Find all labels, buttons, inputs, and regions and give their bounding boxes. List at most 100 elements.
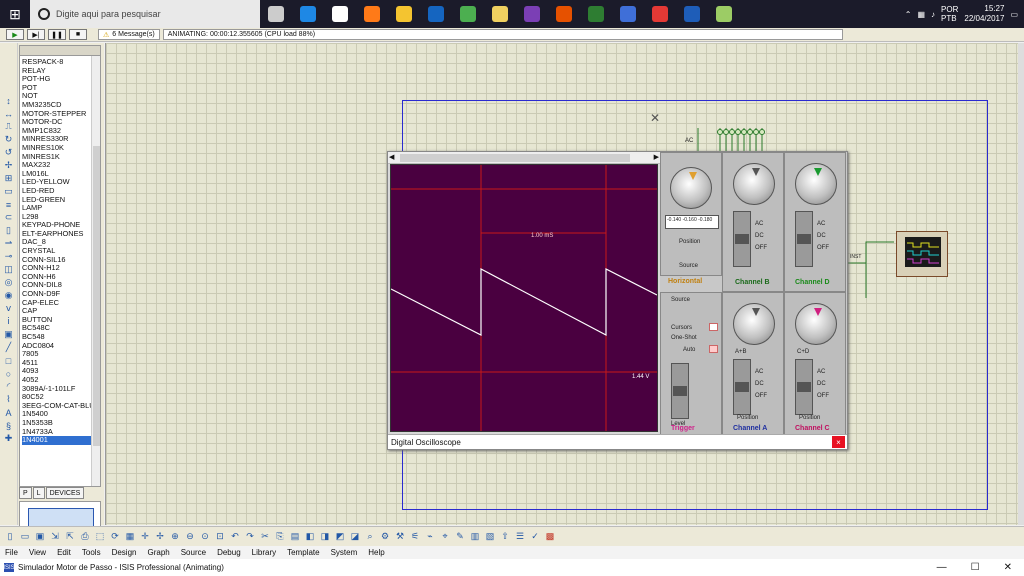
pin-icon[interactable]: ⊸	[3, 251, 15, 262]
taskbar-app-skype[interactable]	[292, 0, 324, 28]
menu-file[interactable]: File	[5, 548, 18, 557]
zoom-out-icon[interactable]: ⊖	[184, 531, 196, 543]
origin-icon[interactable]: ✛	[139, 531, 151, 543]
netlist-ares-icon[interactable]: ▩	[544, 531, 556, 543]
channel-d-volts-knob[interactable]	[795, 163, 837, 205]
zoom-area-icon[interactable]: ⊡	[214, 531, 226, 543]
device-list-scrollbar[interactable]	[91, 56, 100, 486]
zoom-in-icon[interactable]: ⊕	[169, 531, 181, 543]
import-icon[interactable]: ⇲	[49, 531, 61, 543]
pick-devices-button[interactable]: P	[19, 487, 32, 499]
move-horizontal-icon[interactable]: ↔	[3, 108, 15, 119]
arc-icon[interactable]: ◜	[3, 381, 15, 392]
line-icon[interactable]: ╱	[3, 342, 15, 353]
subcircuit-icon[interactable]: ▯	[3, 225, 15, 236]
channel-a-volts-knob[interactable]	[733, 303, 775, 345]
taskbar-app-isis[interactable]	[612, 0, 644, 28]
taskbar-app-store[interactable]	[324, 0, 356, 28]
menu-tools[interactable]: Tools	[82, 548, 101, 557]
oscilloscope-close-button[interactable]: ×	[832, 436, 845, 448]
taskbar-app-outlook[interactable]	[420, 0, 452, 28]
copy-icon[interactable]: ⎘	[274, 531, 286, 543]
component-mode-icon[interactable]: ✢	[3, 160, 15, 171]
symbol-icon[interactable]: §	[3, 420, 15, 431]
make-device-icon[interactable]: ⚙	[379, 531, 391, 543]
oscilloscope-screen[interactable]: 1.00 mS	[390, 164, 658, 432]
taskbar-search-box[interactable]: Digite aqui para pesquisar	[30, 0, 260, 28]
language-indicator[interactable]: POR PTB	[941, 5, 958, 23]
pick-device-icon[interactable]: ⌕	[364, 531, 376, 543]
pan-icon[interactable]: ✢	[154, 531, 166, 543]
channel-a-position-slider[interactable]	[733, 359, 751, 415]
graph-icon[interactable]: ◫	[3, 264, 15, 275]
marker-icon[interactable]: ✚	[3, 433, 15, 444]
taskbar-app-chrome[interactable]	[452, 0, 484, 28]
menu-view[interactable]: View	[29, 548, 46, 557]
exit-parent-icon[interactable]: ⇧	[499, 531, 511, 543]
new-file-icon[interactable]: ▯	[4, 531, 16, 543]
bus-icon[interactable]: ⊂	[3, 212, 15, 223]
probe-current-icon[interactable]: ⅰ	[3, 316, 15, 327]
window-titlebar[interactable]: ISIS Simulador Motor de Passo - ISIS Pro…	[0, 559, 1024, 576]
device-list[interactable]: RESPACK-8 RELAY POT-HG POT NOT MM3235CD MOTOR-…	[19, 45, 101, 487]
channel-b-position-slider[interactable]	[733, 211, 751, 267]
save-icon[interactable]: ▣	[34, 531, 46, 543]
redo-icon[interactable]: ↷	[244, 531, 256, 543]
cut-icon[interactable]: ✂	[259, 531, 271, 543]
block-move-icon[interactable]: ◨	[319, 531, 331, 543]
timebase-knob[interactable]	[670, 167, 712, 209]
zoom-all-icon[interactable]: ⊙	[199, 531, 211, 543]
search-tag-icon[interactable]: ⌖	[439, 531, 451, 543]
taskbar-app-excel[interactable]	[580, 0, 612, 28]
taskbar-app-word[interactable]	[676, 0, 708, 28]
play-button[interactable]: ▶	[6, 29, 24, 40]
device-list-item[interactable]: 1N4001	[22, 436, 98, 445]
block-rotate-icon[interactable]: ◩	[334, 531, 346, 543]
scroll-right-icon[interactable]: ▶	[654, 153, 659, 161]
junction-icon[interactable]: ⊞	[3, 173, 15, 184]
messages-indicator[interactable]: ⚠ 6 Message(s)	[98, 29, 160, 40]
taskbar-app-pdf[interactable]	[644, 0, 676, 28]
property-assign-icon[interactable]: ✎	[454, 531, 466, 543]
wire-autorouter-icon[interactable]: ⌁	[424, 531, 436, 543]
text-icon[interactable]: A	[3, 407, 15, 418]
minimize-button[interactable]: —	[937, 562, 947, 573]
taskbar-app-office[interactable]	[548, 0, 580, 28]
rotate-cw-icon[interactable]: ↻	[3, 134, 15, 145]
cursors-toggle[interactable]	[709, 323, 718, 331]
erc-icon[interactable]: ✓	[529, 531, 541, 543]
paste-icon[interactable]: ▤	[289, 531, 301, 543]
menu-edit[interactable]: Edit	[57, 548, 71, 557]
block-copy-icon[interactable]: ◧	[304, 531, 316, 543]
menu-debug[interactable]: Debug	[217, 548, 241, 557]
network-icon[interactable]: ▦	[917, 10, 925, 19]
volume-icon[interactable]: ♪	[931, 10, 935, 19]
taskbar-app-notes[interactable]	[708, 0, 740, 28]
print-icon[interactable]: ⎙	[79, 531, 91, 543]
scroll-thumb[interactable]	[93, 146, 100, 446]
taskbar-app-visual-studio[interactable]	[516, 0, 548, 28]
wire-label-icon[interactable]: ▭	[3, 186, 15, 197]
path-icon[interactable]: ⌇	[3, 394, 15, 405]
menu-help[interactable]: Help	[368, 548, 384, 557]
undo-icon[interactable]: ↶	[229, 531, 241, 543]
export-icon[interactable]: ⇱	[64, 531, 76, 543]
channel-b-volts-knob[interactable]	[733, 163, 775, 205]
packaging-icon[interactable]: ⚒	[394, 531, 406, 543]
new-sheet-icon[interactable]: ▥	[469, 531, 481, 543]
window-close-button[interactable]: ✕	[1004, 562, 1012, 573]
library-manager-button[interactable]: L	[32, 487, 45, 499]
circle-icon[interactable]: ○	[3, 368, 15, 379]
clock[interactable]: 15:27 22/04/2017	[964, 4, 1004, 24]
block-delete-icon[interactable]: ◪	[349, 531, 361, 543]
oscilloscope-titlebar[interactable]: Digital Oscilloscope ×	[388, 434, 847, 449]
menu-graph[interactable]: Graph	[147, 548, 169, 557]
channel-c-volts-knob[interactable]	[795, 303, 837, 345]
refresh-icon[interactable]: ⟳	[109, 531, 121, 543]
notification-chevron-icon[interactable]: ⌃	[905, 10, 912, 19]
tape-icon[interactable]: ◎	[3, 277, 15, 288]
instrument-icon[interactable]: ▣	[3, 329, 15, 340]
trigger-level-slider[interactable]	[671, 363, 689, 419]
maximize-button[interactable]: ☐	[971, 562, 980, 573]
taskbar-app-folder[interactable]	[484, 0, 516, 28]
